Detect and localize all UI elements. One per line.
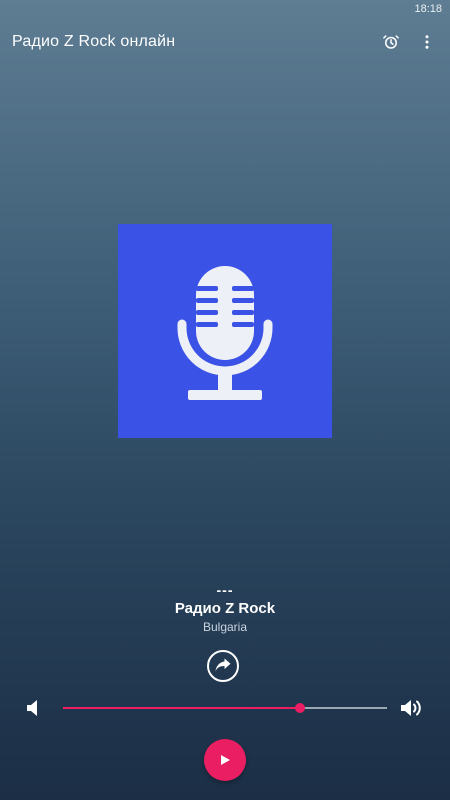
- station-cover: [118, 224, 332, 438]
- volume-up-icon[interactable]: [399, 696, 425, 720]
- app-bar: Радио Z Rock онлайн: [0, 24, 450, 60]
- volume-slider[interactable]: [63, 703, 387, 713]
- app-actions: [380, 31, 438, 53]
- microphone-icon: [177, 266, 273, 400]
- volume-control: [0, 696, 450, 720]
- volume-mute-icon[interactable]: [20, 696, 46, 720]
- now-playing-info: --- Радио Z Rock Bulgaria: [0, 582, 450, 634]
- share-icon: [215, 658, 231, 672]
- play-icon: [221, 755, 230, 765]
- app-title: Радио Z Rock онлайн: [12, 33, 176, 50]
- status-time: 18:18: [414, 3, 442, 15]
- play-button[interactable]: [204, 739, 246, 781]
- station-name: Радио Z Rock: [174, 600, 276, 617]
- alarm-icon[interactable]: [380, 31, 402, 53]
- status-bar: 18:18: [0, 0, 450, 18]
- station-country: Bulgaria: [202, 620, 248, 634]
- more-vert-icon[interactable]: [416, 31, 438, 53]
- track-title: ---: [216, 582, 234, 598]
- volume-slider-fill: [63, 707, 300, 709]
- share-button[interactable]: [207, 650, 239, 682]
- volume-slider-thumb[interactable]: [294, 703, 305, 713]
